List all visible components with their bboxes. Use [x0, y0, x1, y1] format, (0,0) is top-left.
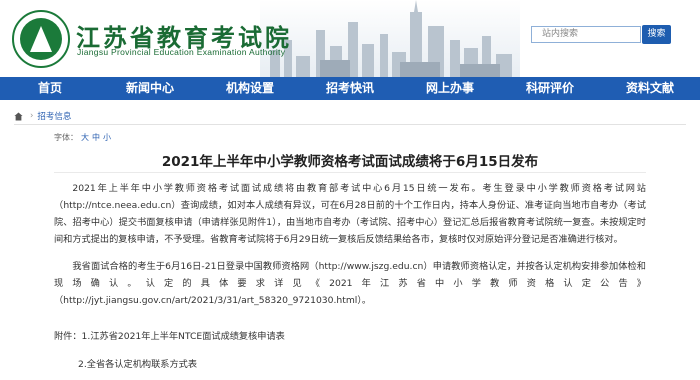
- nav-item-online-service[interactable]: 网上办事: [400, 77, 500, 100]
- attachment-link[interactable]: 附件：1.江苏省2021年上半年NTCE面试成绩复核申请表: [54, 328, 285, 342]
- main-nav: 首页 新闻中心 机构设置 招考快讯 网上办事 科研评价 资料文献: [0, 77, 700, 100]
- nav-item-news[interactable]: 新闻中心: [100, 77, 200, 100]
- site-logo[interactable]: [12, 10, 70, 68]
- article-title: 2021年上半年中小学教师资格考试面试成绩将于6月15日发布: [161, 154, 539, 170]
- nav-item-exam-news[interactable]: 招考快讯: [300, 77, 400, 100]
- breadcrumb-separator: ›: [30, 111, 34, 121]
- site-subtitle: Jiangsu Provincial Education Examination…: [77, 47, 286, 57]
- article-paragraph: 2021年上半年中小学教师资格考试面试成绩将由教育部考试中心6月15日统一发布。…: [54, 183, 646, 245]
- nav-item-organization[interactable]: 机构设置: [200, 77, 300, 100]
- breadcrumb-current[interactable]: 招考信息: [37, 110, 71, 122]
- nav-item-home[interactable]: 首页: [0, 77, 100, 100]
- article-body: 2021年上半年中小学教师资格考试面试成绩将由教育部考试中心6月15日统一发布。…: [54, 180, 646, 309]
- font-size-medium[interactable]: 中: [92, 133, 100, 142]
- search-input[interactable]: 站内搜索: [531, 26, 641, 43]
- home-icon[interactable]: [14, 111, 23, 121]
- nav-item-research[interactable]: 科研评价: [500, 77, 600, 100]
- search-button[interactable]: 搜索: [642, 25, 671, 44]
- divider: [14, 124, 686, 125]
- font-size-switcher: 字体：大中小: [54, 132, 111, 143]
- title-divider: [54, 172, 646, 173]
- site-header: 江苏省教育考试院 Jiangsu Provincial Education Ex…: [0, 0, 700, 82]
- breadcrumb: › 招考信息: [14, 110, 71, 122]
- city-skyline-banner: [260, 0, 520, 82]
- font-size-label: 字体：: [54, 133, 78, 142]
- font-size-large[interactable]: 大: [81, 133, 89, 142]
- attachment-link[interactable]: 2.全省各认定机构联系方式表: [78, 356, 197, 370]
- font-size-small[interactable]: 小: [103, 133, 111, 142]
- nav-item-documents[interactable]: 资料文献: [600, 77, 700, 100]
- article-paragraph: 我省面试合格的考生于6月16日-21日登录中国教师资格网（http://www.…: [54, 261, 646, 306]
